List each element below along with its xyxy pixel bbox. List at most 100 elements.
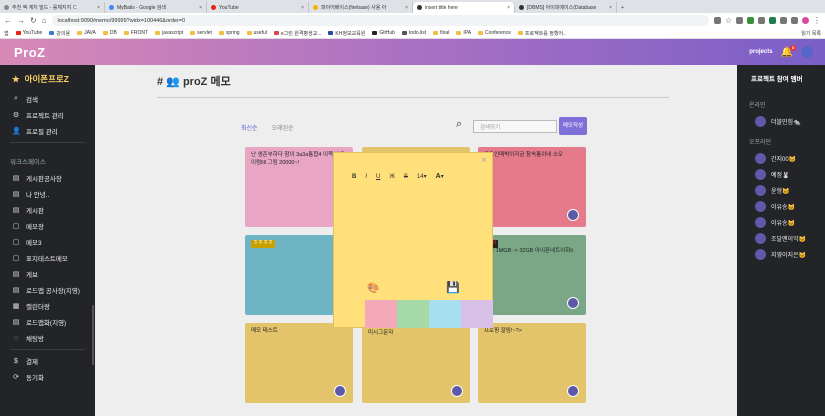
extension-icon[interactable] [713, 17, 721, 24]
close-icon[interactable]: × [199, 5, 202, 11]
bookmark-folder[interactable]: DB [102, 30, 117, 36]
memo-card[interactable]: 로그인메박이지금 참속통이네 소오 [478, 147, 586, 227]
sidebar-item-roadmap[interactable]: ▤ 로드맵 공사장(지영) [0, 282, 95, 298]
bookmark-folder[interactable]: FRONT [123, 30, 148, 36]
bookmark[interactable]: GitHub [372, 30, 395, 36]
close-icon[interactable]: × [609, 5, 612, 11]
italic-button[interactable]: I [365, 174, 367, 180]
write-memo-button[interactable]: 메모작성 [559, 117, 587, 135]
extension-icon[interactable] [780, 17, 787, 24]
color-swatch-green[interactable] [397, 300, 429, 328]
puzzle-icon[interactable] [791, 17, 798, 24]
avatar[interactable] [801, 46, 813, 58]
extension-icon[interactable] [758, 17, 765, 24]
app-logo[interactable]: ProZ [14, 45, 46, 60]
sidebar-item-board[interactable]: ▤ 게보 [0, 266, 95, 282]
extension-icon[interactable] [747, 17, 754, 24]
member-item[interactable]: 간지00🐱 [737, 150, 825, 166]
memo-card[interactable]: 미시그문자 [362, 323, 470, 403]
palette-icon[interactable]: 🎨 [367, 283, 379, 294]
member-item[interactable]: 조달맨이익🐱 [737, 230, 825, 246]
strikethrough-button[interactable]: S [404, 174, 408, 180]
bookmark-folder[interactable]: 프로젝트를 정했어.. [517, 30, 566, 37]
reload-icon[interactable]: ↻ [30, 16, 37, 25]
close-icon[interactable]: × [507, 5, 510, 11]
workspace-title[interactable]: ★ 아이폰프로Z [0, 65, 95, 91]
underline-button[interactable]: U [376, 174, 380, 180]
address-bar[interactable]: localhost:9090/memo/99999?widx=100446&or… [51, 15, 709, 26]
new-tab-button[interactable]: + [617, 2, 628, 13]
font-size-select[interactable]: 14▾ [417, 173, 427, 180]
memo-card[interactable]: 프로핑 잘림!~?> [478, 323, 586, 403]
browser-tab[interactable]: MyBatis - Google 검색 × [105, 2, 207, 13]
bookmark-folder[interactable]: Conference [478, 30, 511, 36]
sidebar-item-board[interactable]: ▤ 나 안녕.. [0, 186, 95, 202]
bookmark[interactable]: YouTube [15, 30, 42, 36]
extension-icon[interactable] [769, 17, 776, 24]
bookmark[interactable]: todo.list [401, 30, 426, 36]
sidebar-item-memo[interactable]: ▢ 표지테스트메모 [0, 250, 95, 266]
member-item[interactable]: 지영이지은🐱 [737, 246, 825, 262]
sidebar-item-roadmap[interactable]: ▤ 로드맵화(지영) [0, 314, 95, 330]
extension-icon[interactable] [736, 17, 743, 24]
bell-icon[interactable]: 🔔 0 [781, 44, 796, 58]
sidebar-item-profile[interactable]: 👤 프로필 관리 [0, 123, 95, 139]
close-icon[interactable]: × [481, 155, 487, 166]
bold-button[interactable]: B [352, 174, 356, 180]
profile-avatar[interactable] [802, 17, 809, 24]
color-swatch-purple[interactable] [461, 300, 493, 328]
memo-card[interactable]: 장이메모 1MGB -> 32GB 아이폰네트이화li [478, 235, 586, 315]
search-icon[interactable]: ⌕ [456, 118, 462, 131]
sidebar-item-memo[interactable]: ▢ 메모3 [0, 234, 95, 250]
sidebar-item-project-settings[interactable]: ⚙ 프로젝트 관리 [0, 107, 95, 123]
close-icon[interactable]: × [405, 5, 408, 11]
strike-icon-button[interactable]: Ж [389, 174, 395, 180]
member-item[interactable]: 이유송🐱 [737, 198, 825, 214]
star-icon[interactable]: ☆ [725, 16, 732, 25]
sidebar-item-payment[interactable]: $ 결제 [0, 353, 95, 369]
bookmark-folder[interactable]: useful [246, 30, 267, 36]
member-item[interactable]: 더블민힘🐀 [737, 113, 825, 129]
bookmark-folder[interactable]: spring [218, 30, 240, 36]
search-input[interactable]: 검색하기 [473, 120, 557, 133]
sidebar-item-sync[interactable]: ⟳ 동기화 [0, 369, 95, 385]
sidebar-item-chat[interactable]: ◌ 채팅방 [0, 330, 95, 346]
close-icon[interactable]: × [97, 5, 100, 11]
sidebar-scrollbar[interactable] [92, 305, 94, 365]
sidebar-item-board[interactable]: ▤ 게시판 [0, 202, 95, 218]
reading-list[interactable]: 읽기 목록 [801, 30, 821, 37]
bookmark-folder[interactable]: JAVA [77, 30, 96, 36]
bookmark[interactable]: KH정보교육원 [328, 30, 365, 37]
sidebar-item-calendar[interactable]: ▦ 캘린더랑 [0, 298, 95, 314]
sort-oldest[interactable]: 오래된순 [272, 123, 294, 132]
projects-link[interactable]: projects [749, 49, 772, 55]
back-icon[interactable]: ← [4, 16, 12, 25]
menu-icon[interactable]: ⋮ [813, 16, 821, 25]
sidebar-item-board[interactable]: ▤ 게시판공사장 [0, 170, 95, 186]
browser-tab-active[interactable]: insert title here × [413, 2, 515, 13]
color-swatch-blue[interactable] [429, 300, 461, 328]
text-color-select[interactable]: A▾ [436, 173, 444, 180]
memo-card[interactable]: 메모 테스트 [245, 323, 353, 403]
member-item[interactable]: 윤형🐱 [737, 182, 825, 198]
forward-icon[interactable]: → [17, 16, 25, 25]
sidebar-item-memo[interactable]: ▢ 메모장 [0, 218, 95, 234]
browser-tab[interactable]: [DBMS] 아이피에이스(Database × [515, 2, 617, 13]
sort-latest[interactable]: 최신순 [241, 123, 258, 132]
bookmark-folder[interactable]: javascript [155, 30, 183, 36]
bookmark[interactable]: 강의용 [49, 30, 70, 37]
close-icon[interactable]: × [301, 5, 304, 11]
bookmark-folder[interactable]: final [433, 30, 449, 36]
member-item[interactable]: 예정🐰 [737, 166, 825, 182]
bookmark[interactable]: e그린 원격평생교... [273, 30, 321, 37]
bookmark-folder[interactable]: servlet [190, 30, 212, 36]
member-item[interactable]: 이유송🐱 [737, 214, 825, 230]
browser-tab[interactable]: 파이어베이스(firebase) 사용 아 × [309, 2, 413, 13]
save-icon[interactable]: 💾 [446, 281, 460, 294]
browser-tab[interactable]: 추천 액 계치 빌드 - 롤체지지 ㄷ × [0, 2, 105, 13]
browser-tab[interactable]: YouTube × [207, 2, 309, 13]
bookmark-folder[interactable]: IPA [456, 30, 471, 36]
sidebar-item-search[interactable]: ⌕ 검색 [0, 91, 95, 107]
home-icon[interactable]: ⌂ [42, 16, 47, 25]
bookmark[interactable]: 앱 [4, 30, 9, 37]
